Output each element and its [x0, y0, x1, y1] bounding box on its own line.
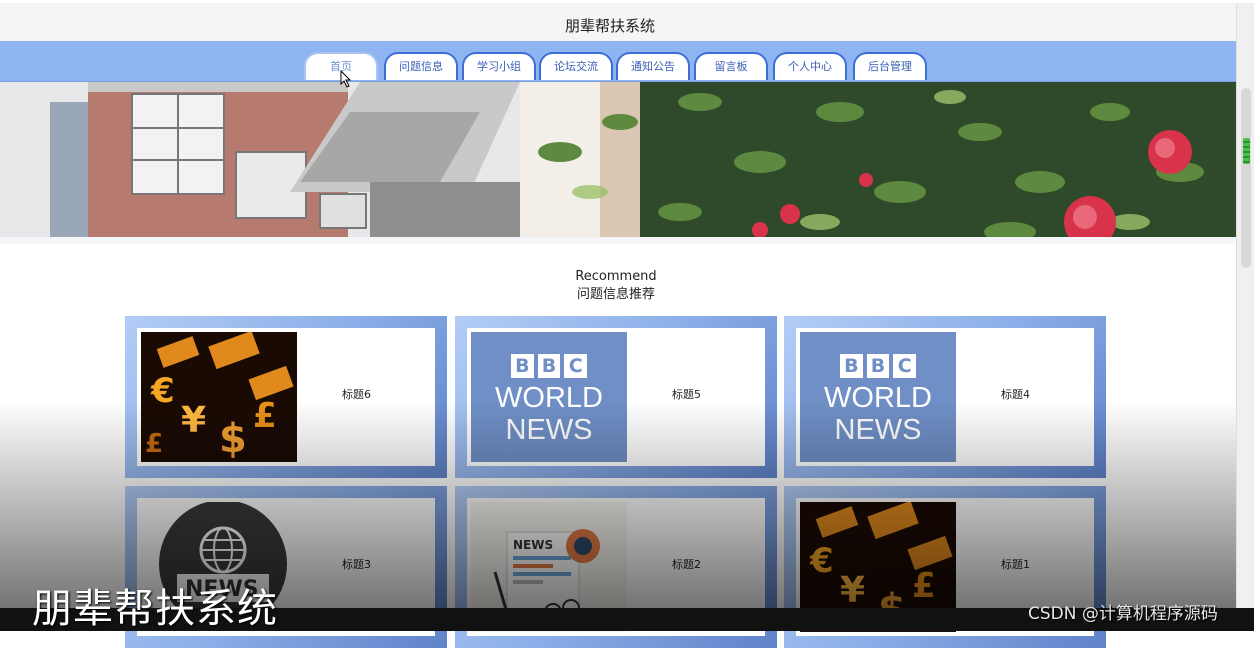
site-title: 朋辈帮扶系统	[564, 17, 655, 35]
scrollbar-thumb[interactable]	[1241, 88, 1251, 268]
card-title[interactable]: 标题6	[342, 386, 371, 402]
news-logo-text: NEWS	[505, 414, 593, 446]
card-title[interactable]: 标题3	[342, 556, 371, 572]
nav-tab-message-board[interactable]: 留言板	[694, 52, 768, 80]
nav-tab-personal-center[interactable]: 个人中心	[773, 52, 847, 80]
main-nav: 首页 问题信息 学习小组 论坛交流 通知公告 留言板 个人中心 后台管理	[0, 41, 1236, 82]
world-logo-text: WORLD	[824, 382, 932, 414]
header: 朋辈帮扶系统	[0, 3, 1236, 42]
card-title[interactable]: 标题1	[1001, 556, 1030, 572]
banner-carousel[interactable]	[0, 82, 1236, 244]
question-card[interactable]: B B C WORLD NEWS 标题4	[784, 316, 1106, 478]
svg-text:€: €	[809, 541, 834, 581]
page-scrollbar[interactable]	[1236, 3, 1254, 608]
news-logo-text: NEWS	[834, 414, 922, 446]
currency-image: € ¥ $ £ £	[141, 332, 297, 462]
recommend-heading: Recommend 问题信息推荐	[0, 268, 1232, 304]
card-title[interactable]: 标题2	[672, 556, 701, 572]
nav-tab-study-groups[interactable]: 学习小组	[462, 52, 536, 80]
svg-text:£: £	[253, 396, 277, 436]
svg-text:£: £	[145, 429, 163, 459]
video-caption: 朋辈帮扶系统	[32, 586, 278, 632]
question-card[interactable]: B B C WORLD NEWS 标题5	[455, 316, 777, 478]
watermark: CSDN @计算机程序源码	[1028, 604, 1218, 624]
banner-image	[0, 82, 1236, 244]
svg-text:$: $	[219, 416, 247, 462]
nav-tab-notices[interactable]: 通知公告	[616, 52, 690, 80]
svg-text:¥: ¥	[840, 570, 865, 611]
world-logo-text: WORLD	[495, 382, 603, 414]
recommend-title-cn: 问题信息推荐	[576, 287, 655, 302]
news-logo-text: NEWS	[513, 538, 553, 552]
nav-tab-forum[interactable]: 论坛交流	[539, 52, 613, 80]
browser-viewport: 朋辈帮扶系统 首页 问题信息 学习小组 论坛交流 通知公告 留言板 个人中心 后…	[0, 0, 1254, 648]
svg-text:£: £	[912, 566, 936, 606]
card-title[interactable]: 标题5	[672, 386, 701, 402]
card-title[interactable]: 标题4	[1001, 386, 1030, 402]
bbc-world-news-image: B B C WORLD NEWS	[800, 332, 956, 462]
scroll-indicator-icon	[1243, 138, 1250, 164]
question-card[interactable]: € ¥ $ £ £ 标题6	[125, 316, 447, 478]
svg-text:€: €	[150, 371, 175, 411]
bbc-world-news-image: B B C WORLD NEWS	[471, 332, 627, 462]
svg-text:¥: ¥	[181, 400, 206, 441]
nav-tab-questions[interactable]: 问题信息	[384, 52, 458, 80]
recommend-title-en: Recommend	[575, 269, 657, 284]
nav-tab-admin[interactable]: 后台管理	[853, 52, 927, 80]
mouse-cursor-icon	[340, 70, 352, 88]
